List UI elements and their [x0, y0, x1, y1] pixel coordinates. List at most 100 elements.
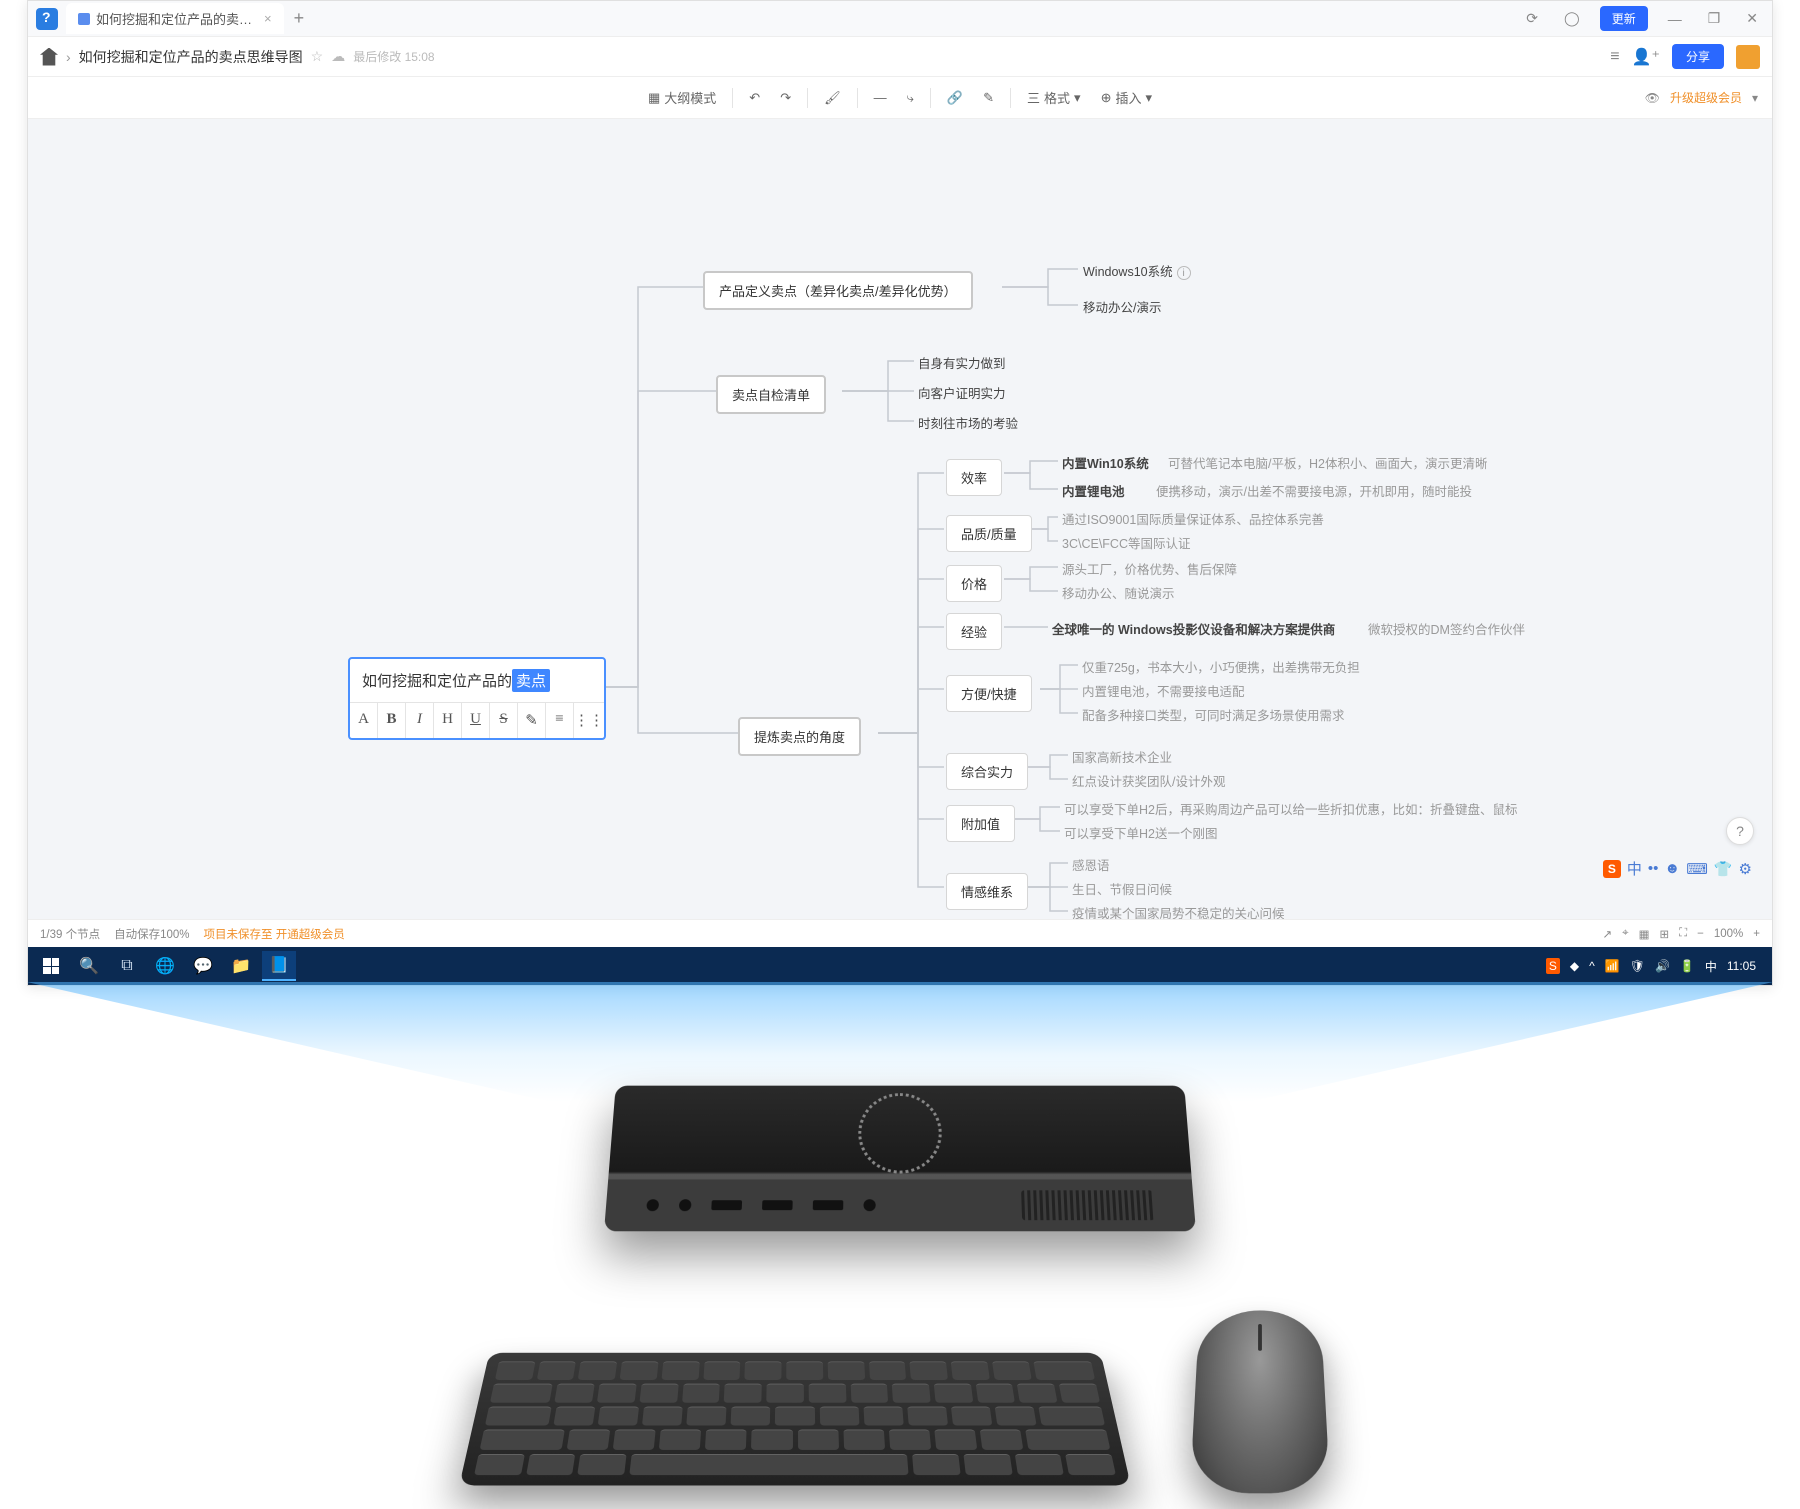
subnode-experience[interactable]: 经验: [946, 613, 1002, 650]
list-ol-button[interactable]: ≡: [546, 703, 574, 738]
explorer-icon[interactable]: 📁: [224, 951, 258, 981]
ime-skin-icon[interactable]: 👕: [1714, 860, 1733, 878]
chevron-down-icon[interactable]: ▾: [1752, 91, 1758, 105]
leaf[interactable]: 时刻往市场的考验: [918, 413, 1018, 432]
ime-keyboard-icon[interactable]: ⌨: [1686, 860, 1708, 878]
edit-button[interactable]: ✎: [518, 703, 546, 738]
link-button[interactable]: 🔗: [939, 84, 971, 112]
subnode-addvalue[interactable]: 附加值: [946, 805, 1015, 842]
branch-checklist[interactable]: 卖点自检清单: [716, 375, 826, 414]
strike-button[interactable]: S: [490, 703, 518, 738]
mindmap-canvas[interactable]: 如何挖掘和定位产品的卖点 A B I H U S ✎ ≡ ⋮⋮ 产品定义卖点（差…: [28, 119, 1772, 919]
start-button[interactable]: [34, 951, 68, 981]
leaf[interactable]: 自身有实力做到: [918, 353, 1006, 372]
leaf[interactable]: Windows10系统i: [1083, 261, 1191, 280]
menu-icon[interactable]: ≡: [1610, 48, 1619, 66]
update-button[interactable]: 更新: [1600, 6, 1648, 31]
clock[interactable]: 11:05: [1727, 959, 1756, 973]
info-icon[interactable]: i: [1177, 266, 1191, 280]
highlight-button[interactable]: H: [434, 703, 462, 738]
leaf[interactable]: 内置锂电池，不需要接电适配: [1082, 681, 1245, 700]
leaf[interactable]: 内置Win10系统: [1062, 453, 1149, 472]
share-mini-icon[interactable]: ↗: [1602, 927, 1612, 941]
upgrade-hint[interactable]: 项目未保存至 开通超级会员: [204, 926, 345, 942]
leaf[interactable]: 生日、节假日问候: [1072, 879, 1172, 898]
window-maximize-icon[interactable]: ❐: [1702, 8, 1727, 29]
subnode-efficiency[interactable]: 效率: [946, 459, 1002, 496]
refresh-icon[interactable]: ⟳: [1520, 8, 1544, 29]
subnode-strength[interactable]: 综合实力: [946, 753, 1028, 790]
star-icon[interactable]: ☆: [311, 48, 324, 65]
new-tab-button[interactable]: +: [294, 8, 305, 29]
leaf[interactable]: 红点设计获奖团队/设计外观: [1072, 771, 1225, 790]
redo-button[interactable]: ↷: [772, 84, 799, 112]
sogou-tray-icon[interactable]: S: [1546, 958, 1560, 974]
share-button[interactable]: 分享: [1672, 44, 1724, 69]
leaf[interactable]: 向客户证明实力: [918, 383, 1006, 402]
branch-definition[interactable]: 产品定义卖点（差异化卖点/差异化优势）: [703, 271, 973, 310]
center-icon[interactable]: ⊞: [1659, 927, 1669, 941]
close-tab-icon[interactable]: ×: [264, 11, 272, 26]
home-icon[interactable]: [40, 48, 58, 66]
leaf[interactable]: 疫情或某个国家局势不稳定的关心问候: [1072, 903, 1285, 919]
ime-lang-icon[interactable]: 中: [1627, 858, 1642, 879]
wechat-icon[interactable]: 💬: [186, 951, 220, 981]
leaf[interactable]: 源头工厂，价格优势、售后保障: [1062, 559, 1237, 578]
ime-tray-icon[interactable]: 中: [1705, 958, 1717, 975]
ime-settings-icon[interactable]: ⚙: [1739, 860, 1752, 878]
leaf[interactable]: 可替代笔记本电脑/平板，H2体积小、画面大，演示更清晰: [1168, 453, 1487, 472]
network-icon[interactable]: 📶: [1605, 959, 1620, 973]
sync-icon[interactable]: ◯: [1558, 8, 1586, 29]
leaf[interactable]: 内置锂电池: [1062, 481, 1125, 500]
underline-button[interactable]: U: [462, 703, 490, 738]
cloud-icon[interactable]: ☁: [331, 48, 345, 65]
window-minimize-icon[interactable]: —: [1662, 9, 1688, 29]
root-text[interactable]: 如何挖掘和定位产品的卖点: [350, 659, 604, 702]
add-child-button[interactable]: ⤷: [899, 84, 922, 112]
collaborator-icon[interactable]: 👤⁺: [1632, 47, 1660, 67]
tray-chevron-icon[interactable]: ^: [1589, 959, 1595, 973]
tray-app-icon[interactable]: ◆: [1570, 959, 1579, 973]
outline-mode-button[interactable]: ▦ 大纲模式: [640, 82, 724, 113]
format-painter-button[interactable]: 🖌: [816, 84, 849, 112]
ime-emoji-icon[interactable]: ☻: [1664, 860, 1680, 877]
location-icon[interactable]: ⌖: [1622, 927, 1628, 940]
leaf[interactable]: 全球唯一的 Windows投影仪设备和解决方案提供商: [1052, 619, 1335, 638]
leaf[interactable]: 移动办公/演示: [1083, 297, 1161, 316]
leaf[interactable]: 感恩语: [1072, 855, 1110, 874]
battery-icon[interactable]: 🔋: [1680, 959, 1695, 973]
help-fab[interactable]: ?: [1726, 817, 1754, 845]
subnode-convenience[interactable]: 方便/快捷: [946, 675, 1032, 712]
leaf[interactable]: 仅重725g，书本大小，小巧便携，出差携带无负担: [1082, 657, 1360, 676]
subnode-emotion[interactable]: 情感维系: [946, 873, 1028, 910]
search-icon[interactable]: 🔍: [72, 951, 106, 981]
leaf[interactable]: 国家高新技术企业: [1072, 747, 1172, 766]
italic-button[interactable]: I: [406, 703, 434, 738]
ime-punct-icon[interactable]: ••: [1648, 860, 1659, 877]
security-icon[interactable]: 🛡: [1630, 959, 1645, 973]
volume-icon[interactable]: 🔊: [1655, 959, 1670, 973]
upgrade-link[interactable]: 升级超级会员: [1670, 89, 1742, 106]
zoom-in-button[interactable]: +: [1753, 928, 1760, 940]
leaf[interactable]: 可以享受下单H2后，再采购周边产品可以给一些折扣优惠，比如：折叠键盘、鼠标: [1064, 799, 1517, 818]
zoom-out-button[interactable]: −: [1697, 928, 1704, 940]
leaf[interactable]: 通过ISO9001国际质量保证体系、品控体系完善: [1062, 509, 1324, 528]
note-button[interactable]: ✎: [975, 84, 1002, 112]
branch-angles[interactable]: 提炼卖点的角度: [738, 717, 861, 756]
edge-icon[interactable]: 🌐: [148, 951, 182, 981]
insert-dropdown[interactable]: ⊕ 插入 ▾: [1093, 82, 1160, 113]
eye-icon[interactable]: 👁: [1645, 91, 1660, 105]
leaf[interactable]: 便携移动，演示/出差不需要接电源，开机即用，随时能投: [1156, 481, 1472, 500]
fullscreen-icon[interactable]: ⛶: [1679, 927, 1687, 940]
add-sibling-button[interactable]: —: [866, 84, 895, 111]
list-ul-button[interactable]: ⋮⋮: [574, 703, 604, 738]
subnode-quality[interactable]: 品质/质量: [946, 515, 1032, 552]
subnode-price[interactable]: 价格: [946, 565, 1002, 602]
bold-button[interactable]: B: [378, 703, 406, 738]
layout-icon[interactable]: ▦: [1639, 927, 1650, 941]
leaf[interactable]: 移动办公、随说演示: [1062, 583, 1175, 602]
font-a-button[interactable]: A: [350, 703, 378, 738]
undo-button[interactable]: ↶: [741, 84, 768, 112]
leaf[interactable]: 3C\CE\FCC等国际认证: [1062, 533, 1190, 552]
avatar[interactable]: [1736, 45, 1760, 69]
